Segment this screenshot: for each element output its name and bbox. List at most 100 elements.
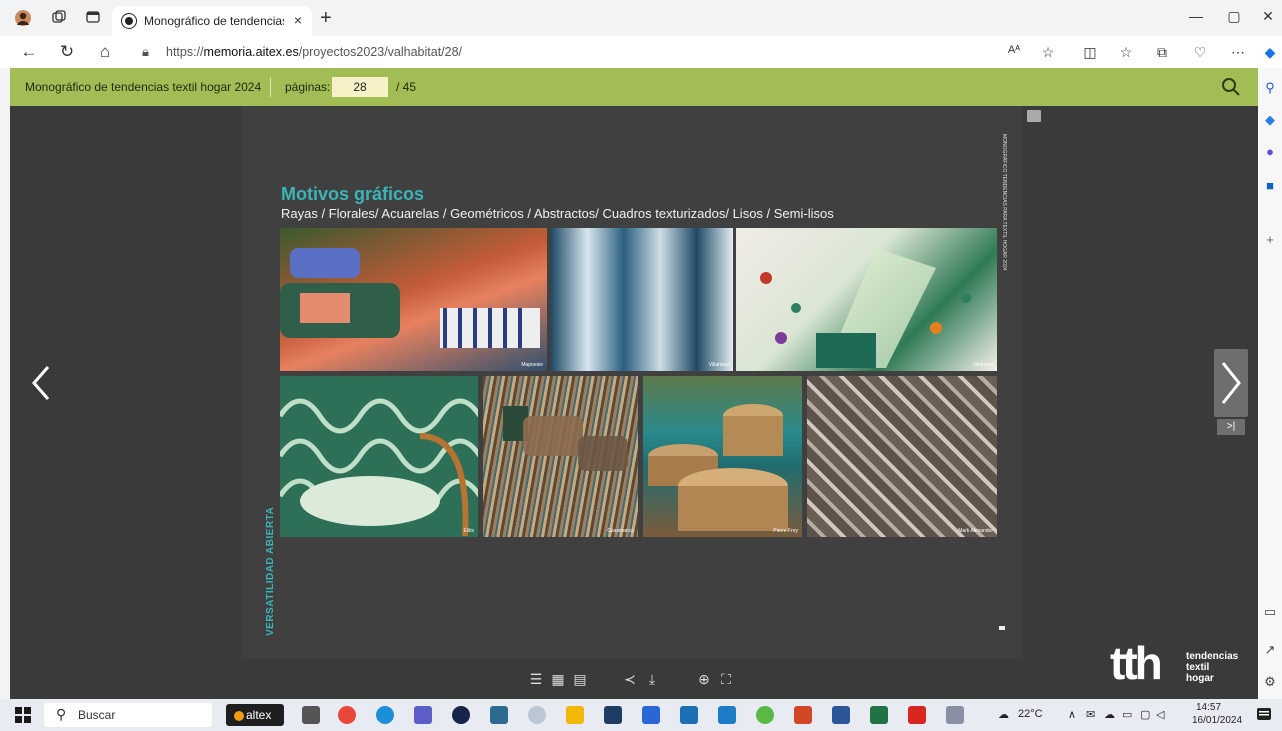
new-tab-button[interactable]: + [320, 7, 332, 30]
defender-icon[interactable] [642, 706, 660, 724]
sidebar-search-icon[interactable]: ⚲ [1262, 80, 1278, 96]
logo-line-1: tendencias [1186, 651, 1239, 662]
edge-sidebar: ⚲ ◆ ● ■ + ▭ ↗ ⚙ [1258, 68, 1282, 699]
acrobat-icon[interactable] [908, 706, 926, 724]
app-icon-5[interactable] [756, 706, 774, 724]
previous-page-icon[interactable] [26, 363, 56, 403]
file-explorer-icon[interactable] [566, 706, 584, 724]
sidebar-panel-icon[interactable]: ▭ [1262, 604, 1278, 620]
app-icon-4[interactable] [680, 706, 698, 724]
active-tab[interactable]: Monográfico de tendencias textil × [112, 6, 312, 36]
tab-actions-icon[interactable] [84, 9, 102, 27]
photo-caption: Mapoesie [521, 362, 543, 368]
comment-icon[interactable] [1027, 110, 1041, 122]
back-icon[interactable]: ← [18, 42, 40, 62]
profile-icon[interactable] [14, 9, 32, 27]
app-icon-1[interactable] [452, 706, 470, 724]
tray-overflow-icon[interactable]: ∧ [1068, 708, 1076, 721]
page-number-input[interactable] [332, 77, 388, 97]
thumbnails-icon[interactable]: ▦ [550, 671, 566, 687]
photo-villanova-1: Villanova [551, 228, 733, 371]
collections-icon[interactable]: ⧉ [1152, 44, 1172, 61]
notes-icon[interactable]: ▤ [572, 671, 588, 687]
toolbar-divider [270, 77, 271, 97]
search-icon: ⚲ [56, 706, 67, 722]
sidebar-external-icon[interactable]: ↗ [1262, 642, 1278, 658]
document-title: Monográfico de tendencias textil hogar 2… [25, 80, 262, 94]
read-aloud-icon[interactable]: Aᴬ [1004, 44, 1024, 56]
reload-icon[interactable]: ↻ [56, 42, 78, 62]
home-icon[interactable]: ⌂ [94, 42, 116, 62]
favorites-icon[interactable]: ☆ [1116, 44, 1136, 61]
network-icon[interactable]: ▢ [1140, 708, 1150, 721]
table-of-contents-icon[interactable]: ☰ [528, 671, 544, 687]
minimize-icon[interactable]: — [1186, 8, 1206, 24]
windows-start-icon[interactable] [14, 706, 32, 724]
excel-icon[interactable] [870, 706, 888, 724]
tab-close-icon[interactable]: × [294, 12, 302, 28]
workspaces-icon[interactable] [50, 9, 68, 27]
favorite-star-icon[interactable]: ☆ [1038, 44, 1058, 61]
browser-essentials-icon[interactable]: ♡ [1190, 44, 1210, 61]
chevron-right-icon [1221, 362, 1241, 404]
vertical-section-label: VERSATILIDAD ABIERTA [265, 506, 276, 636]
copilot-icon[interactable]: ◆ [1260, 44, 1280, 61]
logo-mark: tth [1110, 637, 1163, 689]
clock-date[interactable]: 16/01/2024 [1192, 715, 1242, 726]
clock-time[interactable]: 14:57 [1196, 702, 1221, 713]
sidebar-add-icon[interactable]: + [1262, 232, 1278, 248]
mail-icon[interactable]: ✉ [1086, 708, 1095, 721]
last-page-button[interactable]: >| [1217, 419, 1245, 435]
fullscreen-icon[interactable]: ⛶ [718, 671, 734, 687]
word-icon[interactable] [832, 706, 850, 724]
close-window-icon[interactable]: ✕ [1258, 8, 1278, 25]
sidebar-shopping-icon[interactable]: ◆ [1262, 112, 1278, 128]
sidebar-settings-icon[interactable]: ⚙ [1262, 674, 1278, 690]
address-bar[interactable]: 🔒︎ https://memoria.aitex.es/proyectos202… [130, 39, 1060, 65]
sidebar-tools-icon[interactable]: ● [1262, 144, 1278, 160]
calculator-icon[interactable] [490, 706, 508, 724]
taskbar-search[interactable]: ⚲ Buscar [44, 703, 212, 727]
app-icon-3[interactable] [604, 706, 622, 724]
lock-icon[interactable]: 🔒︎ [142, 44, 149, 60]
teams-icon[interactable] [414, 706, 432, 724]
edge-icon[interactable] [376, 706, 394, 724]
photo-caption: Mark Alexander [958, 528, 993, 534]
weather-cloud-icon[interactable]: ☁ [998, 708, 1009, 721]
page-subtitle: Rayas / Florales/ Acuarelas / Geométrico… [281, 206, 834, 221]
task-view-icon[interactable] [302, 706, 320, 724]
battery-icon[interactable]: ▭ [1122, 708, 1132, 721]
page-heading: Motivos gráficos [281, 184, 425, 204]
app-icon-6[interactable] [946, 706, 964, 724]
sidebar-outlook-icon[interactable]: ■ [1262, 178, 1278, 194]
vertical-publication-label: MONOGRÁFICO TENDENCIAS PARA TEXTIL HOGAR… [1001, 134, 1007, 271]
app-icon-2[interactable] [528, 706, 546, 724]
next-page-button[interactable] [1214, 349, 1248, 417]
more-menu-icon[interactable]: ⋯ [1228, 44, 1248, 61]
windows-taskbar: ⚲ Buscar altex ☁ 22°C ∧ ✉ ☁ ▭ ▢ ◁ 14:57 … [0, 699, 1282, 731]
onedrive-icon[interactable]: ☁ [1104, 708, 1115, 721]
total-pages: / 45 [396, 80, 417, 94]
url-text: https://memoria.aitex.es/proyectos2023/v… [166, 45, 463, 59]
photo-villanova-2: Villanova [736, 228, 997, 371]
notifications-icon[interactable] [1256, 706, 1274, 724]
outlook-icon[interactable] [718, 706, 736, 724]
share-icon[interactable]: ≺ [622, 671, 638, 687]
split-screen-icon[interactable]: ◫ [1080, 44, 1100, 61]
volume-icon[interactable]: ◁ [1156, 708, 1164, 721]
photo-elitis: Élitis [280, 376, 478, 537]
restore-icon[interactable]: ▢ [1224, 8, 1244, 25]
zoom-icon[interactable]: ⊕ [696, 671, 712, 687]
download-icon[interactable]: ⤓ [644, 671, 660, 687]
viewer-toolbar: Monográfico de tendencias textil hogar 2… [10, 68, 1258, 106]
viewer-bottom-toolbar: ☰ ▦ ▤ ≺ ⤓ ⊕ ⛶ [10, 659, 1258, 699]
pages-label: páginas: [285, 80, 331, 94]
photo-caption: Villanova [708, 362, 729, 368]
altex-app-button[interactable]: altex [226, 704, 284, 726]
powerpoint-icon[interactable] [794, 706, 812, 724]
photo-mapoesie: Mapoesie [280, 228, 547, 371]
chrome-icon[interactable] [338, 706, 356, 724]
photo-caption: Villanova [972, 362, 993, 368]
weather-temperature[interactable]: 22°C [1018, 708, 1043, 720]
search-icon[interactable] [1220, 76, 1242, 98]
